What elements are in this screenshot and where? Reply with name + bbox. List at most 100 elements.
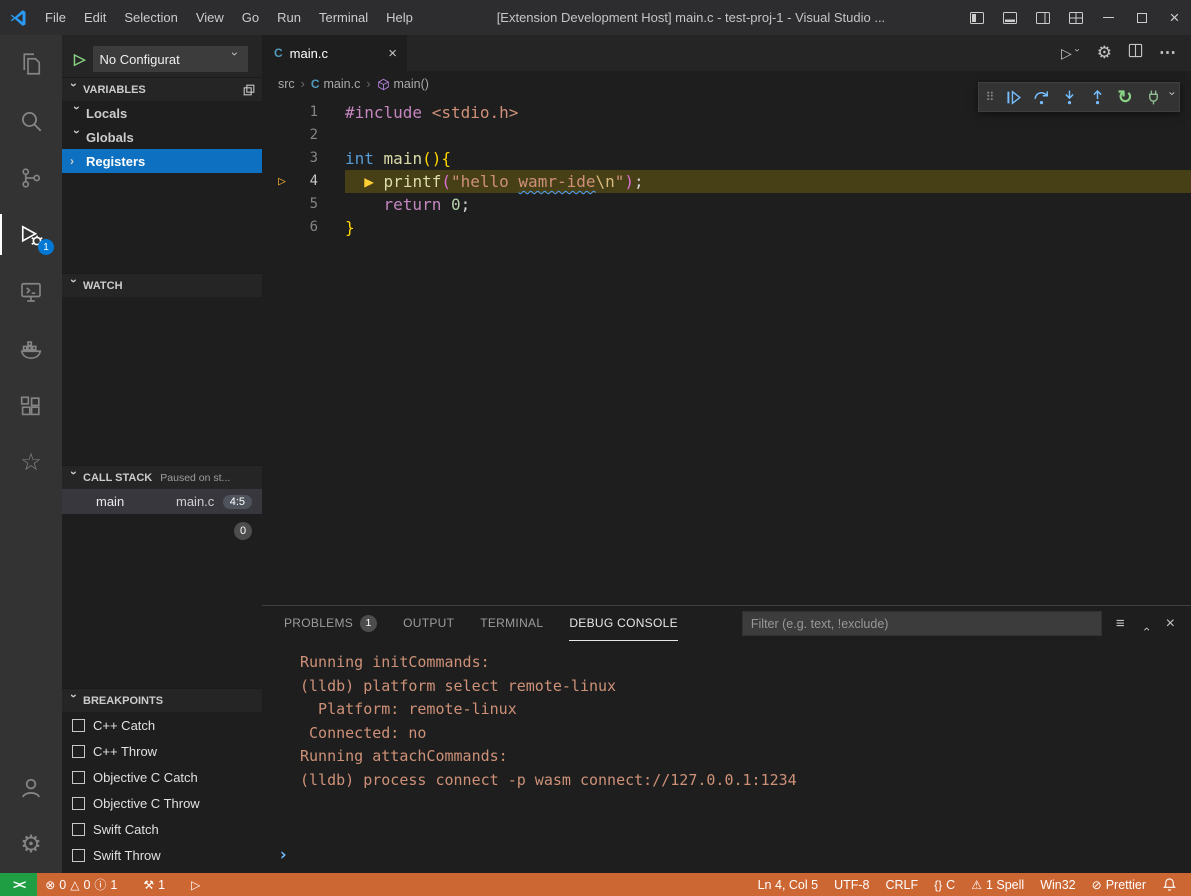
toggle-sidebar-icon[interactable] [960, 0, 993, 35]
variables-item-locals[interactable]: ›Locals [62, 101, 262, 125]
toggle-panel-icon[interactable] [993, 0, 1026, 35]
glyph-margin[interactable] [268, 193, 296, 216]
glyph-margin[interactable] [268, 101, 296, 124]
activity-remote-explorer[interactable] [0, 263, 62, 320]
watch-section-header[interactable]: › WATCH [62, 273, 262, 297]
panel-tab-terminal[interactable]: TERMINAL [480, 606, 543, 641]
restart-button[interactable]: ↻ [1111, 83, 1139, 111]
activity-favorites[interactable]: ☆ [0, 434, 62, 491]
panel-tab-problems[interactable]: PROBLEMS1 [284, 606, 377, 641]
debug-console-output[interactable]: Running initCommands:(lldb) platform sel… [262, 641, 1191, 792]
platform-status[interactable]: Win32 [1032, 878, 1083, 892]
minimize-button[interactable] [1092, 0, 1125, 35]
line-number[interactable]: 2 [296, 124, 318, 147]
breakpoint-item[interactable]: Swift Throw [62, 842, 262, 868]
disconnect-button[interactable] [1139, 83, 1167, 111]
panel-maximize-icon[interactable]: › [1139, 615, 1152, 633]
panel-tab-output[interactable]: OUTPUT [403, 606, 454, 641]
language-mode-status[interactable]: {}C [926, 878, 963, 892]
glyph-margin[interactable] [268, 124, 296, 147]
close-button[interactable]: × [1158, 0, 1191, 35]
toolbar-drag-handle[interactable]: ⠿ [981, 83, 999, 111]
continue-button[interactable] [999, 83, 1027, 111]
activity-run-and-debug[interactable]: 1 [0, 206, 62, 263]
panel-tab-debug-console[interactable]: DEBUG CONSOLE [569, 606, 678, 641]
breakpoint-checkbox[interactable] [72, 823, 85, 836]
call-stack-section-header[interactable]: › CALL STACK Paused on st... [62, 465, 262, 489]
debug-launch-status[interactable]: ▷ [183, 878, 208, 892]
editor-gear-icon[interactable]: ⚙ [1097, 43, 1112, 63]
prettier-status[interactable]: ⊘Prettier [1084, 878, 1154, 892]
start-debugging-icon[interactable]: ▷ [74, 50, 86, 68]
menu-run[interactable]: Run [268, 0, 310, 35]
line-number[interactable]: 5 [296, 193, 318, 216]
tab-main-c[interactable]: C main.c × [262, 35, 407, 71]
split-editor-icon[interactable] [1128, 43, 1143, 63]
remote-indicator[interactable]: >< [0, 873, 37, 896]
call-stack-frame[interactable]: mainmain.c4:5 [62, 489, 262, 514]
breadcrumb-main-c[interactable]: Cmain.c [311, 77, 361, 91]
line-number[interactable]: 3 [296, 147, 318, 170]
step-out-button[interactable] [1083, 83, 1111, 111]
glyph-margin[interactable] [268, 147, 296, 170]
step-into-button[interactable] [1055, 83, 1083, 111]
console-prompt[interactable]: › [278, 845, 288, 865]
customize-layout-icon[interactable] [1059, 0, 1092, 35]
variables-section-header[interactable]: › VARIABLES [62, 77, 262, 101]
current-line-arrow-icon[interactable]: ▷ [268, 170, 296, 193]
eol-status[interactable]: CRLF [878, 878, 927, 892]
line-number[interactable]: 1 [296, 101, 318, 124]
breakpoint-item[interactable]: C++ Throw [62, 738, 262, 764]
breakpoint-checkbox[interactable] [72, 719, 85, 732]
breadcrumb-src[interactable]: src [278, 77, 295, 91]
activity-docker[interactable] [0, 320, 62, 377]
encoding-status[interactable]: UTF-8 [826, 878, 877, 892]
run-file-button[interactable]: ▷› [1061, 45, 1081, 62]
variables-item-globals[interactable]: ›Globals [62, 125, 262, 149]
breakpoint-checkbox[interactable] [72, 771, 85, 784]
breadcrumb-main[interactable]: main() [377, 77, 429, 91]
activity-explorer[interactable] [0, 35, 62, 92]
activity-settings[interactable]: ⚙ [0, 816, 62, 873]
problems-status[interactable]: ⊗0 △0 ⓘ1 [37, 876, 125, 893]
launch-config-dropdown[interactable]: No Configurat › [93, 46, 248, 72]
code-line-2[interactable]: 2 [262, 124, 1191, 147]
menu-help[interactable]: Help [377, 0, 422, 35]
line-number[interactable]: 6 [296, 216, 318, 239]
code-line-5[interactable]: 5 return 0; [262, 193, 1191, 216]
menu-go[interactable]: Go [233, 0, 268, 35]
menu-terminal[interactable]: Terminal [310, 0, 377, 35]
panel-close-icon[interactable]: × [1166, 615, 1175, 633]
tools-status[interactable]: ⚒1 [135, 878, 173, 892]
more-actions-icon[interactable]: ⋯ [1159, 43, 1177, 63]
variables-item-registers[interactable]: ›Registers [62, 149, 262, 173]
menu-file[interactable]: File [36, 0, 75, 35]
code-line-4[interactable]: ▷4 ▶ printf("hello wamr-ide\n"); [262, 170, 1191, 193]
console-options-icon[interactable]: ≡ [1116, 615, 1125, 632]
menu-selection[interactable]: Selection [115, 0, 186, 35]
activity-search[interactable] [0, 92, 62, 149]
breakpoint-checkbox[interactable] [72, 745, 85, 758]
debug-session-chevron-icon[interactable]: › [1167, 83, 1177, 111]
breakpoints-section-header[interactable]: › BREAKPOINTS [62, 688, 262, 712]
activity-extensions[interactable] [0, 377, 62, 434]
spell-checker-status[interactable]: ⚠1 Spell [963, 878, 1032, 892]
cursor-position-status[interactable]: Ln 4, Col 5 [750, 878, 826, 892]
activity-source-control[interactable] [0, 149, 62, 206]
breakpoint-checkbox[interactable] [72, 849, 85, 862]
variables-action-icon[interactable] [242, 83, 256, 97]
breakpoint-item[interactable]: Objective C Catch [62, 764, 262, 790]
code-editor[interactable]: 1#include <stdio.h>23int main(){▷4 ▶ pri… [262, 97, 1191, 605]
breakpoint-item[interactable]: C++ Catch [62, 712, 262, 738]
breakpoint-checkbox[interactable] [72, 797, 85, 810]
glyph-margin[interactable] [268, 216, 296, 239]
menu-view[interactable]: View [187, 0, 233, 35]
breakpoint-item[interactable]: Objective C Throw [62, 790, 262, 816]
toggle-secondary-sidebar-icon[interactable] [1026, 0, 1059, 35]
code-line-3[interactable]: 3int main(){ [262, 147, 1191, 170]
code-line-6[interactable]: 6} [262, 216, 1191, 239]
notifications-status[interactable] [1154, 877, 1191, 892]
line-number[interactable]: 4 [296, 170, 318, 193]
activity-accounts[interactable] [0, 759, 62, 816]
tab-close-icon[interactable]: × [388, 45, 397, 62]
